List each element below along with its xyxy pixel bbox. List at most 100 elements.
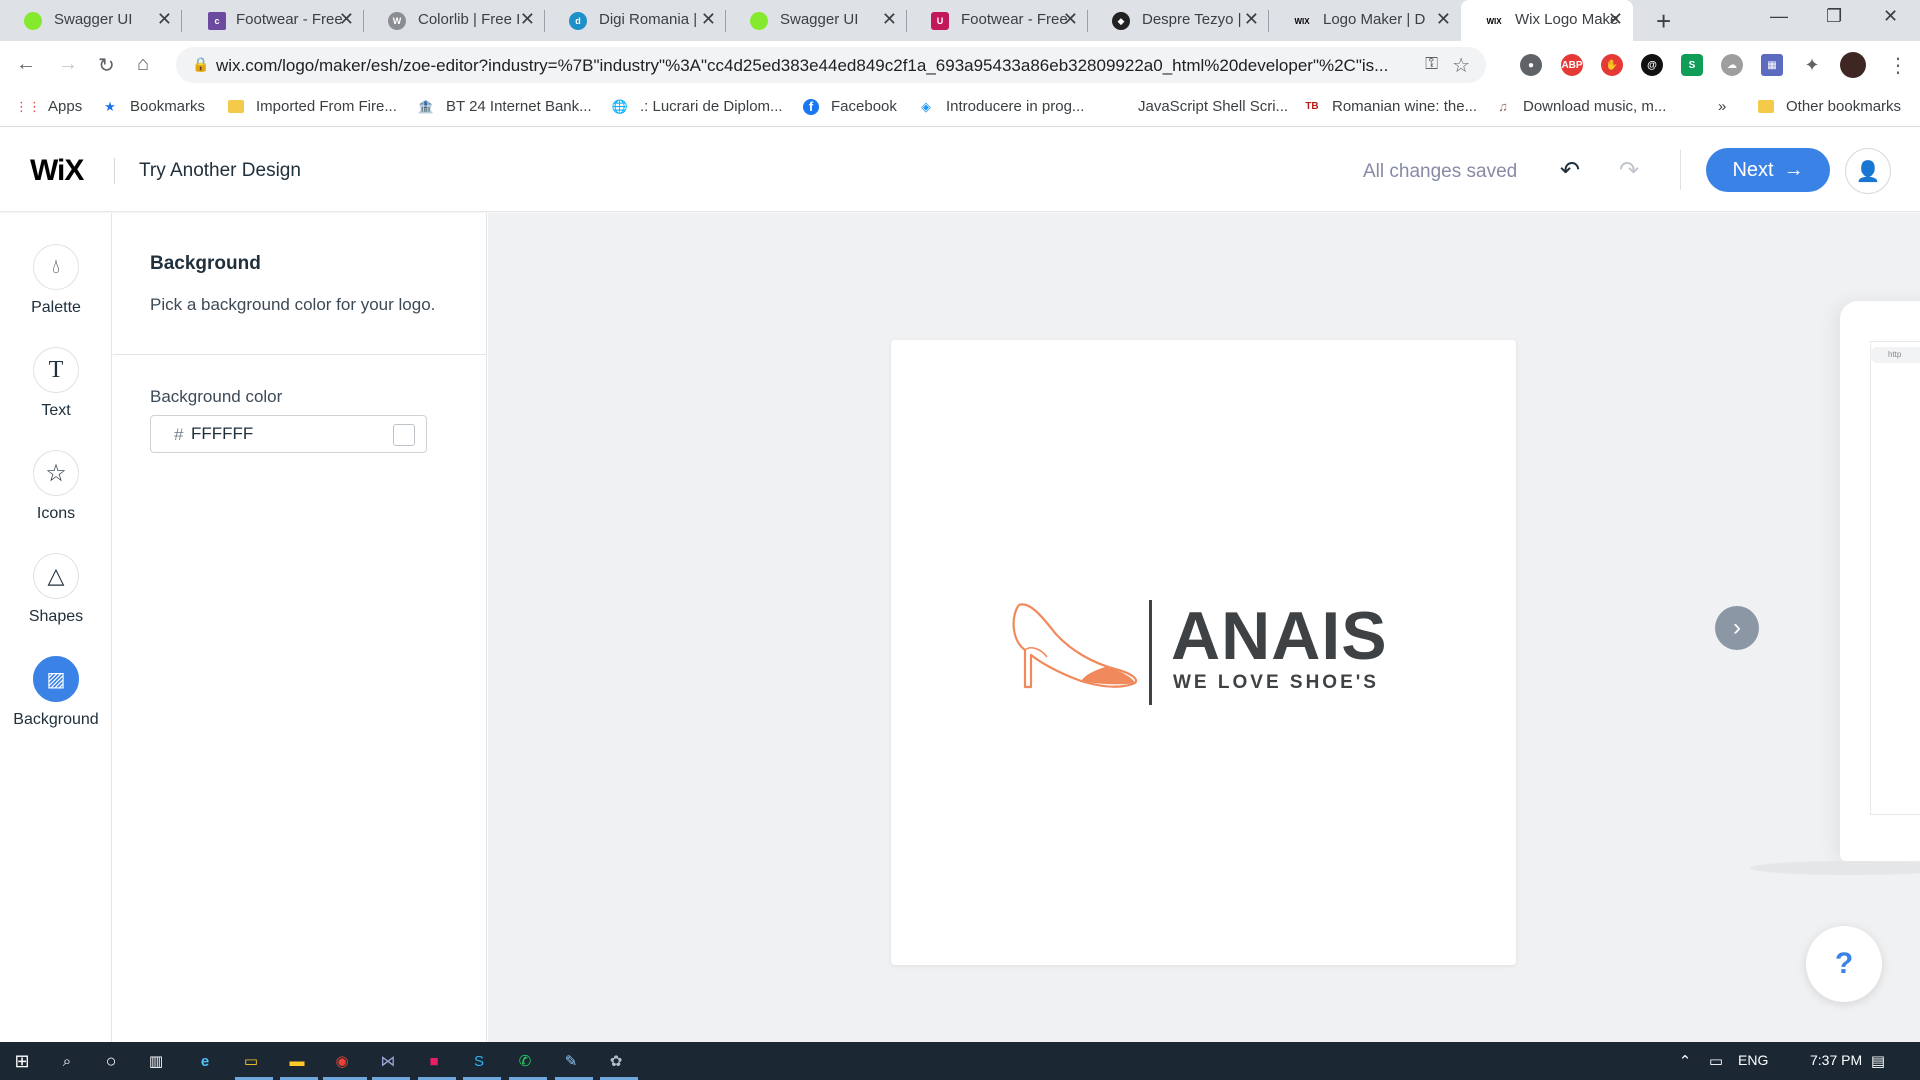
close-tab-icon[interactable]: ✕ (701, 9, 716, 30)
browser-tab[interactable]: Swagger UI ✕ (0, 0, 182, 41)
browser-tab[interactable]: U Footwear - Free ✕ (907, 0, 1088, 41)
try-another-design-link[interactable]: Try Another Design (139, 160, 301, 182)
extension-gray-icon[interactable]: ☁ (1721, 54, 1743, 76)
forward-arrow-icon[interactable]: → (58, 53, 78, 76)
bookmark-js-shell[interactable]: JavaScript Shell Scri... (1138, 98, 1288, 115)
extension-green-icon[interactable]: S (1681, 54, 1703, 76)
search-icon[interactable]: ⌕ (55, 1049, 79, 1073)
paint-icon[interactable]: ✿ (604, 1049, 628, 1073)
rail-item-background[interactable]: ▨ Background (0, 656, 112, 746)
bookmark-imported-folder[interactable]: Imported From Fire... (228, 98, 397, 115)
browser-tab[interactable]: d Digi Romania | ✕ (545, 0, 726, 41)
bookmark-other[interactable]: Other bookmarks (1758, 98, 1901, 115)
background-color-field[interactable]: # (150, 415, 427, 453)
next-button[interactable]: Next → (1706, 148, 1830, 192)
address-bar[interactable]: 🔒 wix.com/logo/maker/esh/zoe-editor?indu… (176, 47, 1486, 83)
wine-icon: TB (1305, 101, 1319, 112)
rail-item-palette[interactable]: 💧︎ Palette (0, 244, 112, 334)
restore-icon[interactable]: ❐ (1826, 6, 1842, 27)
whatsapp-icon[interactable]: ✆ (513, 1049, 537, 1073)
notepad-icon[interactable]: ✎ (559, 1049, 583, 1073)
close-window-icon[interactable]: ✕ (1883, 6, 1898, 27)
undo-icon[interactable]: ↶ (1560, 156, 1580, 185)
notifications-icon[interactable]: ▤ (1866, 1049, 1890, 1073)
bookmark-lucrari[interactable]: 🌐 .: Lucrari de Diplom... (612, 98, 783, 115)
background-color-input[interactable] (191, 422, 361, 446)
browser-tab[interactable]: ◆ Despre Tezyo | ✕ (1088, 0, 1269, 41)
browser-tab[interactable]: c Footwear - Free ✕ (182, 0, 364, 41)
help-button[interactable]: ? (1806, 926, 1882, 1002)
rail-item-shapes[interactable]: △ Shapes (0, 553, 112, 643)
clock[interactable]: 7:37 PM (1810, 1052, 1862, 1068)
rail-item-label: Shapes (28, 608, 84, 625)
rail-item-text[interactable]: T Text (0, 347, 112, 437)
star-icon: ★ (104, 98, 116, 114)
back-arrow-icon[interactable]: ← (16, 53, 36, 76)
home-icon[interactable]: ⌂ (137, 53, 149, 76)
next-design-arrow-button[interactable]: › (1715, 606, 1759, 650)
reload-icon[interactable]: ↻ (98, 53, 115, 78)
star-icon: ☆ (33, 450, 79, 496)
user-icon: 👤 (1855, 160, 1881, 183)
extension-red-icon[interactable]: ✋ (1601, 54, 1623, 76)
url-text[interactable]: wix.com/logo/maker/esh/zoe-editor?indust… (216, 56, 1416, 76)
high-heel-shoe-icon (1012, 603, 1138, 689)
bookmark-romanian-wine[interactable]: TB Romanian wine: the... (1304, 98, 1477, 115)
chevron-up-icon[interactable]: ⌃ (1673, 1049, 1697, 1073)
bookmark-download-music[interactable]: ♫ Download music, m... (1495, 98, 1666, 115)
menu-kebab-icon[interactable]: ⋮ (1888, 53, 1908, 78)
skype-icon[interactable]: S (467, 1049, 491, 1073)
new-tab-button[interactable]: + (1656, 6, 1671, 37)
extensions-puzzle-icon[interactable]: ✦ (1801, 54, 1823, 76)
chrome-icon[interactable]: ◉ (330, 1049, 354, 1073)
editor-header: WiX Try Another Design All changes saved… (0, 128, 1920, 212)
color-swatch-button[interactable] (393, 424, 415, 446)
task-view-icon[interactable]: ▥ (144, 1049, 168, 1073)
user-account-button[interactable]: 👤 (1845, 148, 1891, 194)
close-tab-icon[interactable]: ✕ (882, 9, 897, 30)
windows-start-icon[interactable]: ⊞ (10, 1049, 34, 1073)
bookmark-star-icon[interactable]: ☆ (1452, 53, 1470, 78)
visual-studio-icon[interactable]: ⋈ (376, 1049, 400, 1073)
bookmark-bookmarks[interactable]: ★ Bookmarks (102, 98, 205, 115)
redo-icon[interactable]: ↷ (1619, 156, 1639, 185)
bookmark-introducere[interactable]: ◈ Introducere in prog... (918, 98, 1084, 115)
network-icon[interactable]: ▭ (1704, 1049, 1728, 1073)
bookmark-bt24[interactable]: 🏦 BT 24 Internet Bank... (418, 98, 592, 115)
extension-grid-icon[interactable]: ▦ (1761, 54, 1783, 76)
close-tab-icon[interactable]: ✕ (1608, 9, 1623, 30)
minimize-icon[interactable]: — (1770, 6, 1788, 27)
close-tab-icon[interactable]: ✕ (520, 9, 535, 30)
browser-tab[interactable]: W Colorlib | Free I ✕ (364, 0, 545, 41)
browser-tab-active[interactable]: WIX Wix Logo Make ✕ (1461, 0, 1633, 41)
bookmark-label: JavaScript Shell Scri... (1138, 98, 1289, 115)
cortana-icon[interactable]: ○ (99, 1049, 123, 1073)
close-tab-icon[interactable]: ✕ (157, 9, 172, 30)
extension-dark-icon[interactable]: @ (1641, 54, 1663, 76)
folder-icon[interactable]: ▬ (285, 1049, 309, 1073)
logo-brand-name[interactable]: ANAIS (1171, 602, 1388, 670)
extension-icon[interactable]: ● (1520, 54, 1542, 76)
jetbrains-icon[interactable]: ■ (422, 1049, 446, 1073)
internet-explorer-icon[interactable]: e (193, 1049, 217, 1073)
close-tab-icon[interactable]: ✕ (1244, 9, 1259, 30)
bookmark-facebook[interactable]: f Facebook (803, 98, 897, 115)
browser-tab[interactable]: WIX Logo Maker | D ✕ (1269, 0, 1461, 41)
wix-logo[interactable]: WiX (30, 154, 84, 188)
password-key-icon[interactable]: ⚿ (1425, 54, 1438, 74)
close-tab-icon[interactable]: ✕ (1063, 9, 1078, 30)
file-explorer-icon[interactable]: ▭ (239, 1049, 263, 1073)
browser-tab[interactable]: Swagger UI ✕ (726, 0, 907, 41)
language-indicator[interactable]: ENG (1738, 1052, 1768, 1068)
close-tab-icon[interactable]: ✕ (339, 9, 354, 30)
more-bookmarks-button[interactable]: » (1718, 98, 1726, 115)
adblock-icon[interactable]: ABP (1561, 54, 1583, 76)
bookmark-apps[interactable]: ⋮⋮ Apps (15, 98, 82, 115)
profile-avatar[interactable] (1840, 52, 1866, 78)
lock-icon[interactable]: 🔒 (192, 56, 209, 73)
next-button-label: Next (1732, 158, 1774, 181)
browser-toolbar: ← → ↻ ⌂ 🔒 wix.com/logo/maker/esh/zoe-edi… (0, 41, 1920, 89)
rail-item-icons[interactable]: ☆ Icons (0, 450, 112, 540)
logo-tagline[interactable]: WE LOVE SHOE'S (1173, 672, 1379, 694)
close-tab-icon[interactable]: ✕ (1436, 9, 1451, 30)
